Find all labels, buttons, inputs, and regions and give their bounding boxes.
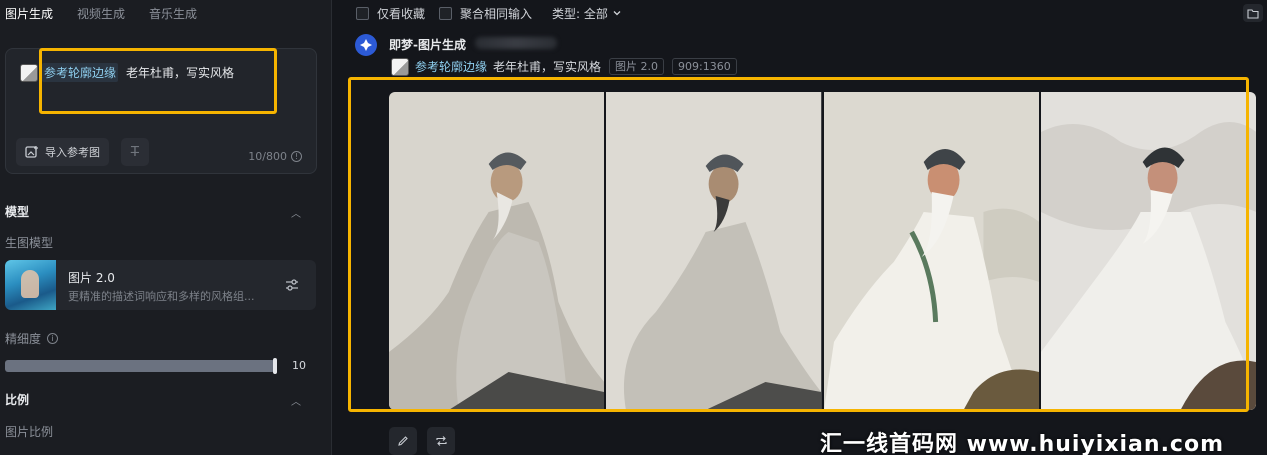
generation-prompt: 老年杜甫，写实风格 [493, 60, 602, 74]
reference-thumbnail[interactable] [391, 57, 409, 76]
generation-meta: 参考轮廓边缘 老年杜甫，写实风格 图片 2.0 909:1360 [391, 57, 737, 76]
model-tag: 图片 2.0 [609, 58, 665, 75]
info-icon[interactable]: ! [291, 151, 302, 162]
character-count: 10/800 [248, 150, 287, 163]
import-reference-button[interactable]: 导入参考图 [16, 138, 109, 166]
tab-image-generation[interactable]: 图片生成 [5, 5, 53, 22]
merge-inputs-label: 聚合相同输入 [460, 6, 533, 21]
aspect-ratio-tag: 909:1360 [672, 58, 737, 75]
ratio-section-title: 比例 [5, 393, 30, 407]
mode-tabs: 图片生成 视频生成 音乐生成 [0, 0, 197, 26]
tab-video-generation[interactable]: 视频生成 [77, 5, 125, 22]
generation-title: 即梦-图片生成 [389, 38, 466, 52]
ratio-sub-label: 图片比例 [5, 425, 54, 439]
model-sub-label: 生图模型 [5, 236, 54, 250]
merge-inputs-checkbox[interactable]: 聚合相同输入 [439, 5, 532, 22]
text-format-icon: T̶ [131, 144, 139, 160]
folder-button[interactable] [1243, 4, 1263, 22]
tab-music-generation[interactable]: 音乐生成 [149, 5, 197, 22]
pencil-icon [398, 436, 408, 446]
checkbox-box[interactable] [356, 6, 369, 20]
repeat-icon [435, 436, 447, 446]
detail-label-group: 精细度 i [5, 330, 59, 347]
import-reference-label: 导入参考图 [45, 146, 100, 159]
folder-icon [1247, 8, 1259, 19]
regenerate-button[interactable] [427, 427, 455, 455]
sliders-icon[interactable] [284, 277, 300, 293]
detail-slider-handle[interactable] [273, 358, 277, 374]
only-favorites-checkbox[interactable]: 仅看收藏 [356, 5, 425, 22]
blurred-username [475, 37, 557, 49]
only-favorites-label: 仅看收藏 [377, 6, 426, 21]
info-icon[interactable]: i [47, 333, 59, 344]
detail-slider[interactable] [5, 358, 277, 374]
highlight-box-images [348, 77, 1249, 412]
watermark-text: 汇一线首码网 www.huiyixian.com [820, 432, 1225, 455]
type-filter-dropdown[interactable]: 类型: 全部 [552, 5, 622, 22]
detail-value: 10 [292, 359, 306, 372]
chevron-up-icon[interactable]: ︿ [291, 205, 301, 220]
model-selector-card[interactable]: 图片 2.0 更精准的描述词响应和多样的风格组... [5, 260, 316, 310]
character-counter: 10/800 ! [248, 150, 302, 163]
edit-button[interactable] [389, 427, 417, 455]
jimeng-logo-icon [355, 34, 377, 56]
model-name: 图片 2.0 [68, 271, 115, 285]
reference-mode-tag: 参考轮廓边缘 [415, 60, 488, 74]
highlight-box-prompt [39, 48, 277, 114]
chevron-down-icon [613, 11, 621, 16]
left-panel: 图片生成 视频生成 音乐生成 参考轮廓边缘 老年杜甫，写实风格 导入参考图 T̶… [0, 0, 332, 455]
checkbox-box[interactable] [439, 6, 453, 20]
chevron-up-icon[interactable]: ︿ [291, 393, 301, 408]
model-section-title: 模型 [5, 205, 30, 219]
reference-thumbnail[interactable] [20, 63, 38, 82]
results-toolbar: 仅看收藏 聚合相同输入 类型: 全部 [340, 0, 1267, 26]
image-add-icon [25, 146, 38, 158]
model-description: 更精准的描述词响应和多样的风格组... [68, 290, 255, 303]
model-thumbnail [5, 260, 56, 310]
detail-label: 精细度 [5, 332, 42, 346]
type-filter-label: 类型: 全部 [552, 6, 608, 21]
text-format-button[interactable]: T̶ [121, 138, 149, 166]
